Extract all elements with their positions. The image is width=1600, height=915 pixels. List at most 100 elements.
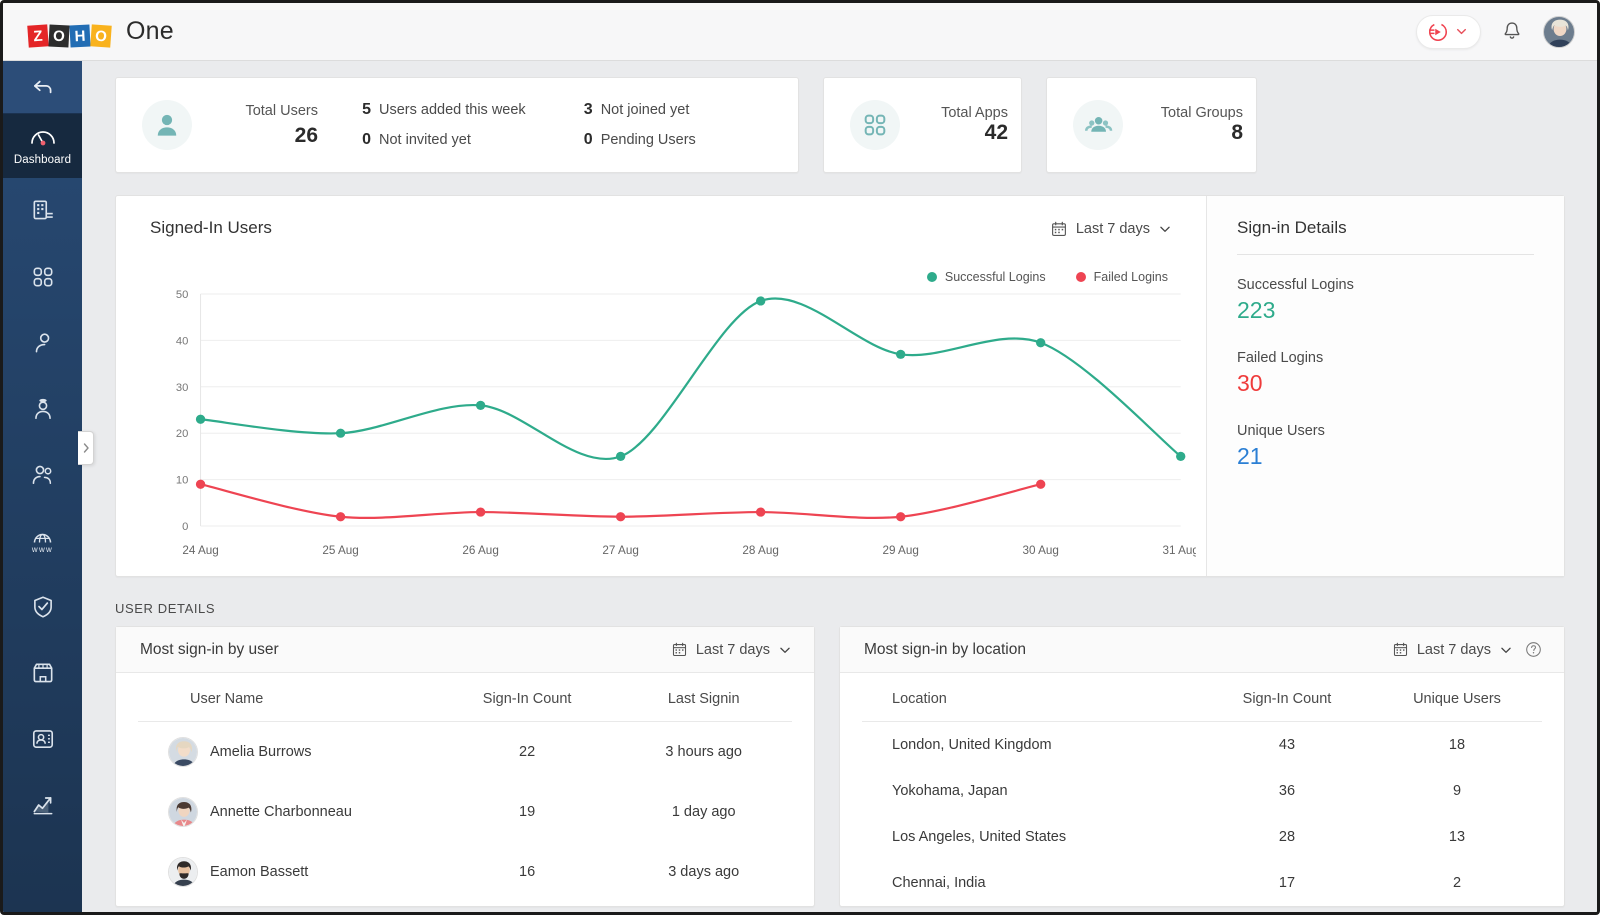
table-row[interactable]: Annette Charbonneau 19 1 day ago: [138, 782, 792, 842]
detail-label: Unique Users: [1237, 423, 1534, 439]
by-location-table: Location Sign-In Count Unique Users Lond…: [862, 673, 1542, 906]
sidebar-back-button[interactable]: [3, 61, 82, 114]
sidebar-item-security[interactable]: [3, 574, 82, 640]
table-wrap: Location Sign-In Count Unique Users Lond…: [840, 673, 1564, 906]
svg-text:31 Aug: 31 Aug: [1162, 544, 1196, 557]
svg-text:26 Aug: 26 Aug: [462, 544, 498, 557]
logo-letter-h: H: [69, 24, 90, 47]
users-group-icon: [1083, 110, 1113, 140]
svg-text:27 Aug: 27 Aug: [602, 544, 638, 557]
cell-location: London, United Kingdom: [862, 722, 1202, 769]
person-icon: [152, 110, 182, 140]
cell-unique-users: 18: [1372, 722, 1542, 769]
trending-chart-icon: [30, 792, 56, 818]
sidebar-item-applications[interactable]: [3, 244, 82, 310]
avatar-image: [169, 858, 198, 887]
metric-value: 0: [582, 131, 593, 149]
table-header-row: User Name Sign-In Count Last Signin: [138, 673, 792, 722]
cell-signin-count: 17: [1202, 860, 1372, 906]
detail-label: Failed Logins: [1237, 350, 1534, 366]
sidebar-collapse-handle[interactable]: [78, 431, 94, 465]
notification-bell-icon: [1501, 20, 1523, 44]
by-location-range-picker[interactable]: Last 7 days: [1392, 641, 1513, 658]
detail-label: Successful Logins: [1237, 277, 1534, 293]
detail-value: 21: [1237, 443, 1534, 470]
total-apps-label: Total Apps: [924, 105, 1008, 121]
col-last-signin: Last Signin: [615, 673, 792, 722]
chart-range-picker[interactable]: Last 7 days: [1050, 220, 1172, 238]
gauge-icon: [27, 124, 59, 150]
sidebar-item-label: Dashboard: [14, 154, 71, 166]
chart-legend: Successful Logins Failed Logins: [927, 270, 1168, 284]
card-header-actions: Last 7 days: [671, 641, 792, 658]
avatar[interactable]: [1543, 16, 1575, 48]
col-unique-users: Unique Users: [1372, 673, 1542, 722]
most-signin-by-user-card: Most sign-in by user: [115, 626, 815, 907]
legend-item-successful[interactable]: Successful Logins: [927, 270, 1046, 284]
svg-text:25 Aug: 25 Aug: [322, 544, 358, 557]
cell-signin-count: 28: [1202, 814, 1372, 860]
sidebar-item-directory[interactable]: [3, 706, 82, 772]
detail-failed-logins: Failed Logins 30: [1237, 350, 1534, 397]
svg-text:30 Aug: 30 Aug: [1022, 544, 1058, 557]
table-wrap: User Name Sign-In Count Last Signin: [116, 673, 814, 902]
metric-label: Not invited yet: [379, 132, 471, 148]
header-actions: [1416, 15, 1575, 49]
person-icon-wrap: [142, 100, 192, 150]
sidebar-item-organization[interactable]: [3, 178, 82, 244]
avatar: [168, 857, 198, 887]
brand[interactable]: Z O H O One: [28, 17, 174, 47]
sidebar-item-admins[interactable]: [3, 376, 82, 442]
range-label: Last 7 days: [1417, 642, 1491, 658]
svg-text:40: 40: [176, 335, 188, 347]
cell-unique-users: 9: [1372, 768, 1542, 814]
avatar-image: [169, 798, 198, 827]
sidebar-item-reports[interactable]: [3, 772, 82, 838]
table-row[interactable]: Los Angeles, United States 28 13: [862, 814, 1542, 860]
table-row[interactable]: Yokohama, Japan 36 9: [862, 768, 1542, 814]
store-icon: [30, 660, 56, 686]
sign-in-details-panel: Sign-in Details Successful Logins 223 Fa…: [1206, 196, 1564, 576]
svg-text:24 Aug: 24 Aug: [182, 544, 218, 557]
table-row[interactable]: Eamon Bassett 16 3 days ago: [138, 842, 792, 902]
avatar-image: [169, 738, 198, 767]
cell-signin-count: 16: [439, 842, 616, 902]
card-header: Most sign-in by location: [840, 627, 1564, 673]
table-row[interactable]: London, United Kingdom 43 18: [862, 722, 1542, 769]
detail-successful-logins: Successful Logins 223: [1237, 277, 1534, 324]
sidebar-item-domains[interactable]: www: [3, 508, 82, 574]
table-row[interactable]: Chennai, India 17 2: [862, 860, 1542, 906]
total-users-value: 26: [222, 124, 318, 148]
user-details-heading: USER DETAILS: [115, 601, 1597, 616]
building-icon: [30, 198, 56, 224]
table-header-row: Location Sign-In Count Unique Users: [862, 673, 1542, 722]
total-users-card: Total Users 26 5 Users added this week 0…: [115, 77, 799, 173]
total-groups-value: 8: [1147, 121, 1243, 145]
stats-row: Total Users 26 5 Users added this week 0…: [82, 77, 1597, 173]
col-signin-count: Sign-In Count: [439, 673, 616, 722]
sidebar-item-users[interactable]: [3, 310, 82, 376]
detail-value: 223: [1237, 297, 1534, 324]
sidebar-item-dashboard[interactable]: Dashboard: [3, 114, 82, 178]
quick-access-button[interactable]: [1416, 15, 1481, 49]
back-arrow-icon: [30, 74, 56, 100]
cell-user-name: Annette Charbonneau: [138, 782, 439, 842]
main-content: Total Users 26 5 Users added this week 0…: [82, 61, 1597, 912]
card-title: Most sign-in by user: [140, 641, 279, 659]
cell-unique-users: 13: [1372, 814, 1542, 860]
help-circle-icon[interactable]: [1525, 641, 1542, 658]
cell-last-signin: 1 day ago: [615, 782, 792, 842]
col-location: Location: [862, 673, 1202, 722]
sidebar-item-groups[interactable]: [3, 442, 82, 508]
metric-label: Pending Users: [601, 132, 696, 148]
sidebar-item-marketplace[interactable]: [3, 640, 82, 706]
legend-item-failed[interactable]: Failed Logins: [1076, 270, 1168, 284]
svg-text:29 Aug: 29 Aug: [882, 544, 918, 557]
by-user-range-picker[interactable]: Last 7 days: [671, 641, 792, 658]
notifications-button[interactable]: [1499, 19, 1525, 45]
metric-value: 5: [360, 101, 371, 119]
cell-location: Los Angeles, United States: [862, 814, 1202, 860]
detail-unique-users: Unique Users 21: [1237, 423, 1534, 470]
cell-location: Yokohama, Japan: [862, 768, 1202, 814]
table-row[interactable]: Amelia Burrows 22 3 hours ago: [138, 722, 792, 783]
